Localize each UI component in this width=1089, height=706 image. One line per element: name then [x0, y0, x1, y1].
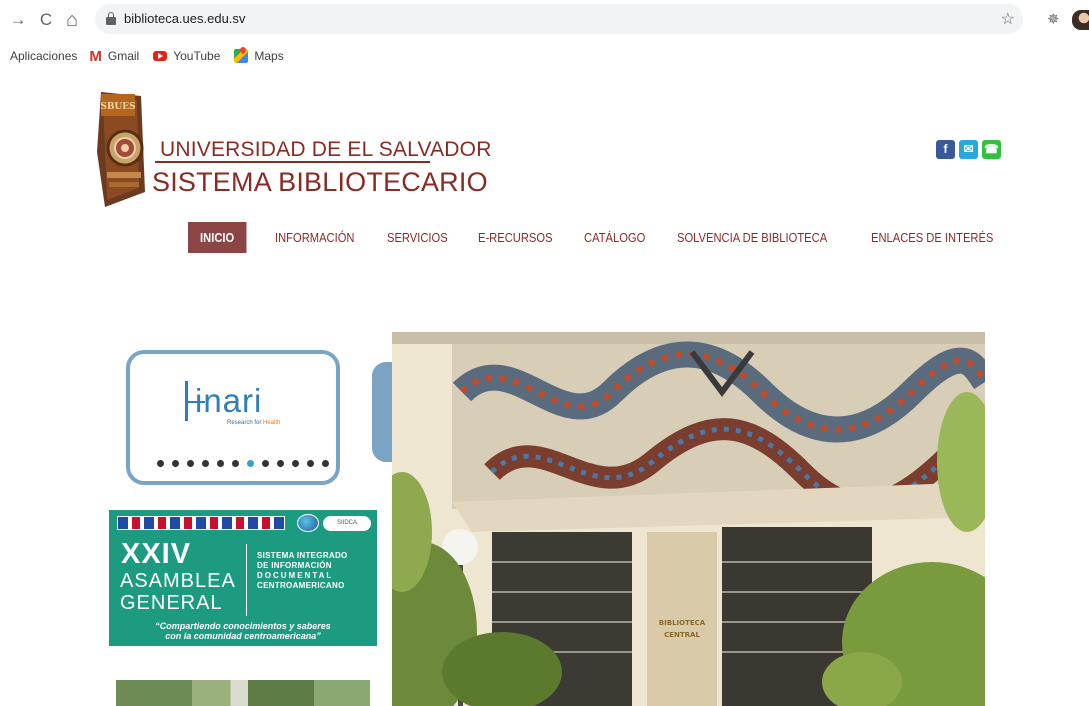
globe-icon [297, 514, 319, 532]
photo-sign-central: CENTRAL [664, 631, 700, 639]
home-icon[interactable]: ⌂ [62, 10, 82, 30]
hinari-logo-text: inari [195, 382, 263, 419]
youtube-icon [153, 51, 168, 61]
bookmarks-bar: Aplicaciones M Gmail YouTube Maps [0, 40, 1089, 72]
url-text[interactable]: biblioteca.ues.edu.sv [124, 11, 245, 26]
bookmark-gmail[interactable]: M Gmail [89, 48, 139, 65]
menu-item-solvencia[interactable]: SOLVENCIA DE BIBLIOTECA [677, 230, 827, 245]
reload-icon[interactable]: C [36, 10, 56, 30]
menu-item-enlaces[interactable]: ENLACES DE INTERÉS [871, 230, 993, 245]
slider-dot[interactable] [262, 460, 269, 467]
banner-word-asamblea: ASAMBLEA [120, 570, 236, 592]
logo-text: SBUES [100, 102, 135, 112]
bookmark-maps[interactable]: Maps [234, 49, 284, 63]
bookmark-youtube-label: YouTube [173, 49, 221, 63]
browser-toolbar: → C ⌂ biblioteca.ues.edu.sv ☆ ✵ [0, 0, 1089, 38]
profile-avatar[interactable] [1072, 10, 1089, 30]
forward-arrow-icon[interactable]: → [8, 10, 28, 30]
maps-icon [234, 49, 249, 63]
photo-sign-biblioteca: BIBLIOTECA [659, 619, 706, 627]
slider-dot[interactable] [247, 460, 254, 467]
menu-item-servicios[interactable]: SERVICIOS [387, 230, 448, 245]
slider-dot[interactable] [277, 460, 284, 467]
flags-strip [117, 516, 285, 530]
asamblea-banner[interactable]: SIIDCA XXIV ASAMBLEA GENERAL SISTEMA INT… [109, 510, 377, 646]
resource-slider[interactable]: inari Research for Health [126, 350, 340, 485]
slider-dot[interactable] [187, 460, 194, 467]
bookmark-apps[interactable]: Aplicaciones [10, 49, 77, 63]
university-name[interactable]: UNIVERSIDAD DE EL SALVADOR [160, 138, 492, 162]
sbues-book-logo[interactable]: SBUES [93, 92, 153, 207]
bookmark-youtube[interactable]: YouTube [153, 49, 220, 63]
phone-icon[interactable]: ☎ [982, 140, 1001, 159]
sidca-logo: SIIDCA [323, 516, 371, 531]
mail-icon[interactable]: ✉ [959, 140, 978, 159]
banner-word-general: GENERAL [120, 592, 223, 614]
bookmark-star-icon[interactable]: ☆ [1001, 9, 1015, 29]
slider-dot[interactable] [202, 460, 209, 467]
slider-dot[interactable] [322, 460, 329, 467]
bookmark-maps-label: Maps [254, 49, 284, 63]
gmail-icon: M [89, 47, 102, 65]
menu-item-informacion[interactable]: INFORMACIÓN [275, 230, 355, 245]
hinari-tagline: Research for Health [227, 420, 281, 426]
facebook-icon[interactable]: f [936, 140, 955, 159]
slider-dot[interactable] [217, 460, 224, 467]
menu-item-inicio[interactable]: INICIO [188, 221, 247, 253]
banner-edition: XXIV [121, 538, 192, 570]
header-divider [155, 161, 430, 163]
slider-dot[interactable] [232, 460, 239, 467]
address-bar[interactable]: biblioteca.ues.edu.sv ☆ [95, 4, 1023, 34]
system-name[interactable]: SISTEMA BIBLIOTECARIO [152, 167, 488, 198]
bookmark-gmail-label: Gmail [107, 49, 140, 63]
extensions-puzzle-icon[interactable]: ✵ [1047, 10, 1060, 28]
banner-divider [246, 544, 247, 616]
campus-thumbnail[interactable] [116, 680, 370, 706]
slider-dot[interactable] [172, 460, 179, 467]
slider-dot[interactable] [157, 460, 164, 467]
lock-icon [106, 12, 116, 25]
biblioteca-central-photo: BIBLIOTECA CENTRAL [392, 332, 985, 706]
menu-item-e-recursos[interactable]: E-RECURSOS [478, 230, 553, 245]
banner-quote: “Compartiendo conocimientos y saberes co… [155, 621, 331, 641]
main-menu: INICIO INFORMACIÓN SERVICIOS E-RECURSOS … [188, 221, 1014, 253]
banner-org-name: SISTEMA INTEGRADO DE INFORMACIÓN DOCUMEN… [257, 551, 348, 590]
menu-item-catalogo[interactable]: CATÁLOGO [584, 230, 645, 245]
slider-dot[interactable] [292, 460, 299, 467]
slider-dots [157, 460, 337, 467]
slider-dot[interactable] [307, 460, 314, 467]
